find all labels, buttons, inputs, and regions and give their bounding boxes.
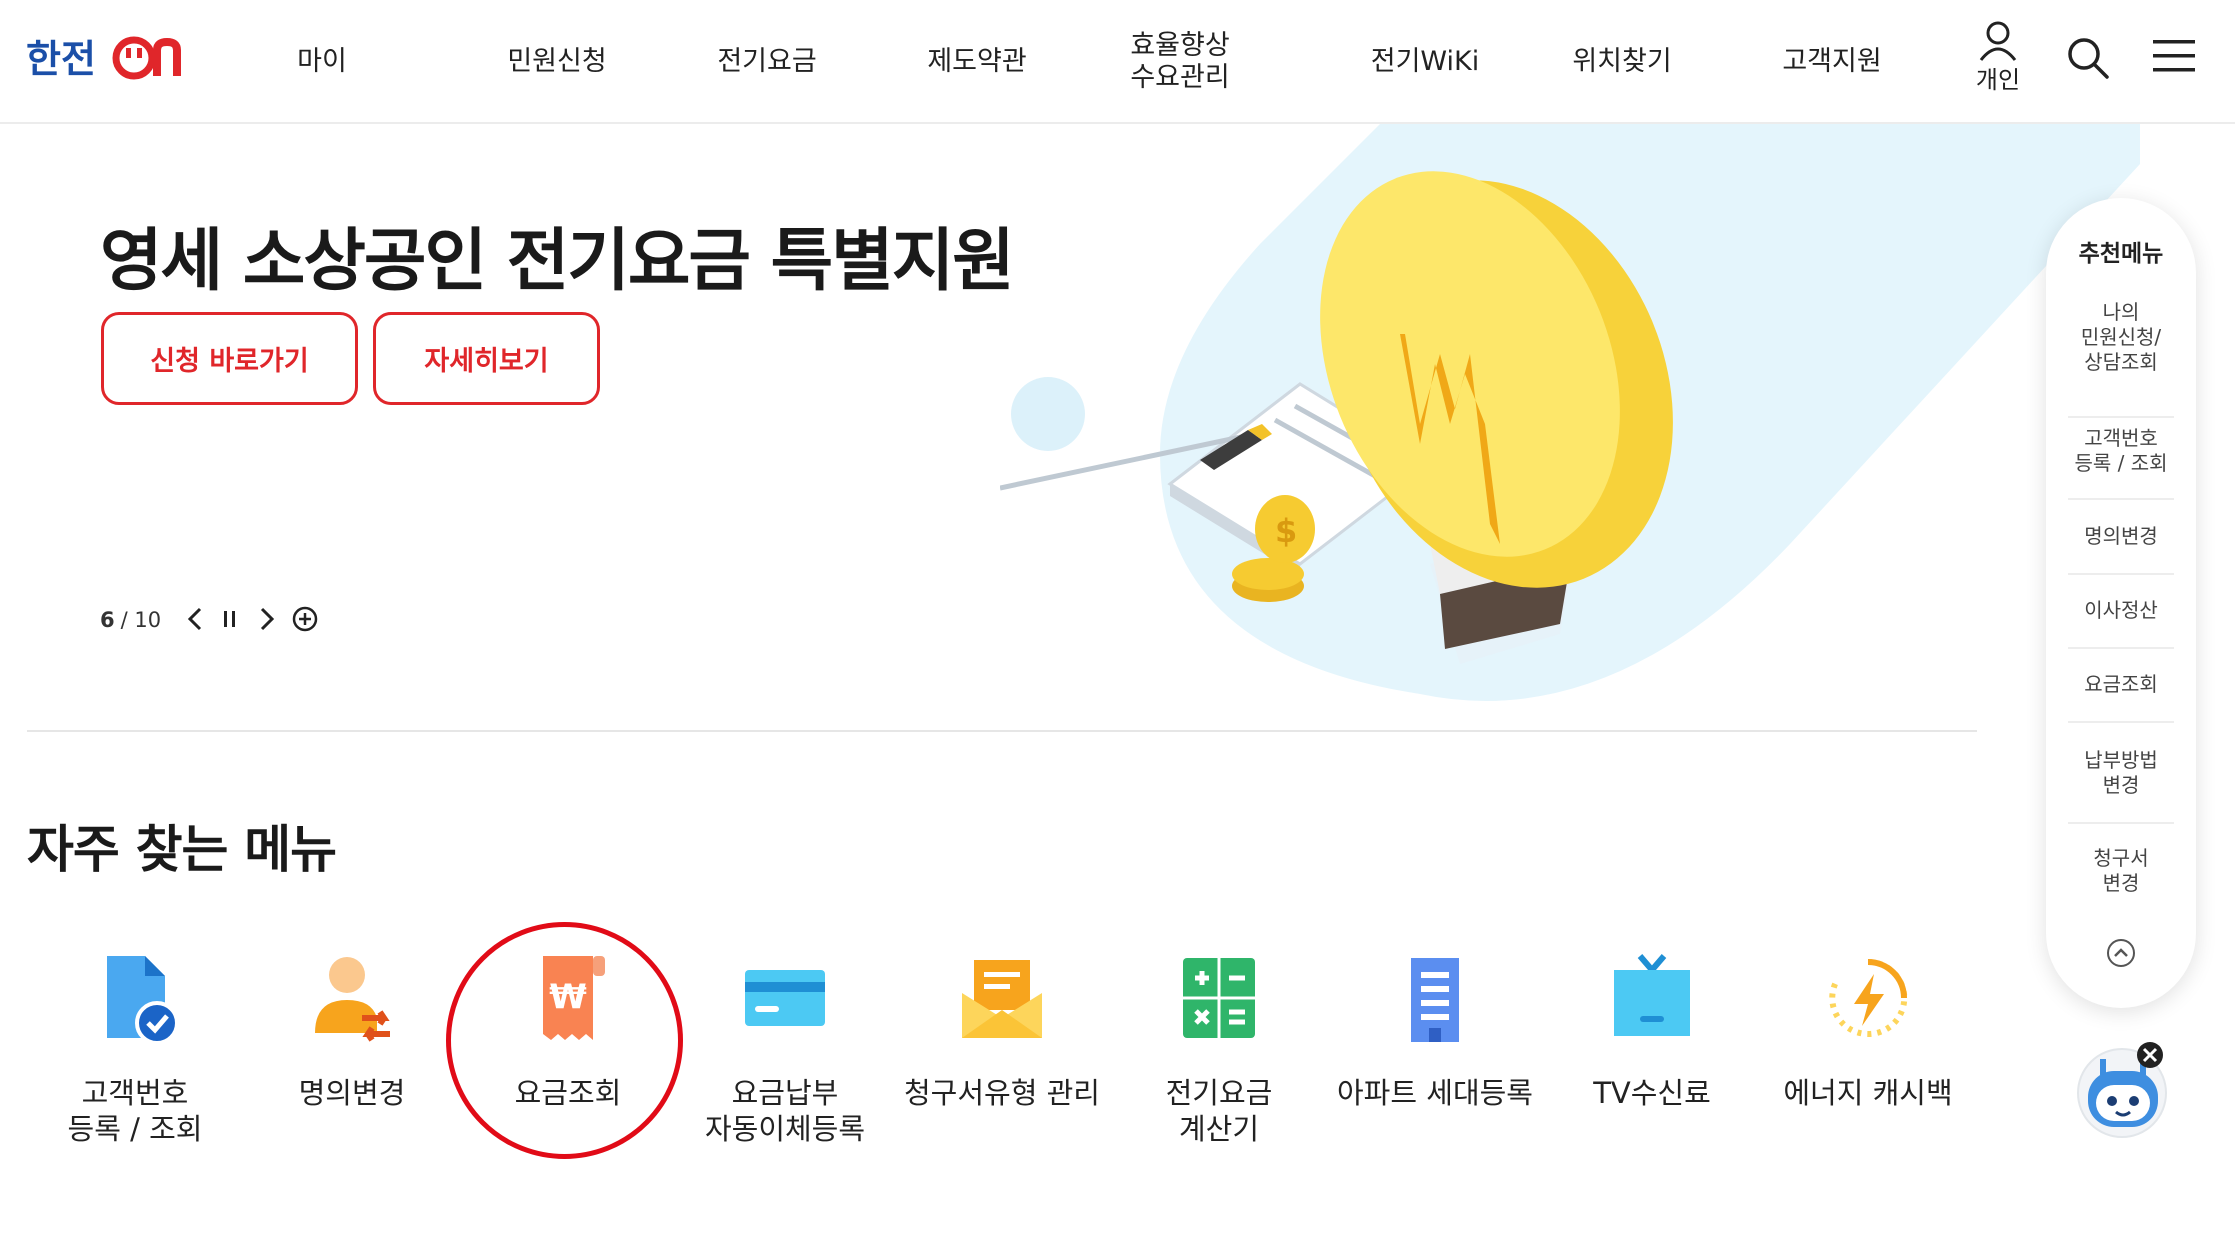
hero-lightbulb-illustration: $	[999, 124, 2140, 724]
menu-name-change[interactable]: 명의변경	[247, 940, 457, 1150]
energy-bolt-icon	[1818, 948, 1918, 1048]
user-icon[interactable]	[1978, 20, 2018, 62]
sidebar-divider	[2068, 573, 2174, 575]
menu-energy-cashback[interactable]: 에너지 캐시백	[1763, 940, 1973, 1150]
sidebar-divider	[2068, 498, 2174, 500]
menu-label: 요금조회	[514, 1076, 622, 1110]
nav-electric-fee[interactable]: 전기요금	[692, 0, 842, 124]
view-detail-button[interactable]: 자세히보기	[373, 312, 600, 405]
sidebar-item-customer-number[interactable]: 고객번호 등록 / 조회	[2068, 426, 2174, 476]
menu-hamburger-icon[interactable]	[2153, 38, 2195, 74]
menu-label: 아파트 세대등록	[1337, 1076, 1533, 1110]
menu-label: 요금납부 자동이체등록	[704, 1076, 866, 1146]
sidebar-divider	[2068, 416, 2174, 418]
svg-text:₩: ₩	[549, 977, 587, 1017]
menu-auto-payment[interactable]: 요금납부 자동이체등록	[680, 940, 890, 1150]
site-header: 한전 마이 민원신청 전기요금 제도약관 효율향상 수요관리 전기WiKi 위치…	[0, 0, 2235, 124]
user-type-label[interactable]: 개인	[1972, 60, 2024, 95]
scroll-top-icon[interactable]	[2106, 938, 2136, 968]
envelope-icon	[952, 948, 1052, 1048]
nav-civil-application[interactable]: 민원신청	[482, 0, 632, 124]
sidebar-title: 추천메뉴	[2078, 241, 2164, 267]
menu-label: 전기요금 계산기	[1165, 1076, 1273, 1146]
sidebar-item-name-change[interactable]: 명의변경	[2068, 524, 2174, 549]
nav-location[interactable]: 위치찾기	[1547, 0, 1697, 124]
prev-slide-icon[interactable]	[185, 606, 207, 632]
pause-slide-icon[interactable]	[222, 608, 238, 630]
page: 한전 마이 민원신청 전기요금 제도약관 효율향상 수요관리 전기WiKi 위치…	[0, 0, 2235, 1258]
svg-text:한전: 한전	[26, 37, 96, 81]
sidebar-item-payment-method[interactable]: 납부방법 변경	[2068, 748, 2174, 798]
credit-card-icon	[735, 948, 835, 1048]
hero-title: 영세 소상공인 전기요금 특별지원	[100, 222, 1015, 301]
recommended-menu-sidebar: 추천메뉴 나의 민원신청/ 상담조회 고객번호 등록 / 조회 명의변경 이사정…	[2046, 198, 2196, 1008]
nav-wiki[interactable]: 전기WiKi	[1345, 0, 1505, 124]
chatbot-robot-icon[interactable]	[2070, 1035, 2180, 1145]
nav-my[interactable]: 마이	[262, 0, 382, 124]
pager-total: / 10	[120, 608, 162, 632]
section-divider	[27, 730, 1977, 732]
svg-text:$: $	[1275, 512, 1297, 550]
menu-label: 고객번호 등록 / 조회	[67, 1076, 203, 1146]
menu-bill-type[interactable]: 청구서유형 관리	[897, 940, 1107, 1150]
sidebar-item-fee-inquiry[interactable]: 요금조회	[2068, 672, 2174, 697]
menu-apartment-register[interactable]: 아파트 세대등록	[1330, 940, 1540, 1150]
next-slide-icon[interactable]	[255, 606, 277, 632]
nav-efficiency[interactable]: 효율향상 수요관리	[1105, 0, 1255, 124]
menu-label: TV수신료	[1593, 1076, 1711, 1110]
sidebar-item-my-civil[interactable]: 나의 민원신청/ 상담조회	[2068, 300, 2174, 375]
pager-current: 6	[100, 608, 115, 632]
nav-customer-support[interactable]: 고객지원	[1757, 0, 1907, 124]
menu-label: 청구서유형 관리	[904, 1076, 1100, 1110]
menu-tv-fee[interactable]: TV수신료	[1547, 940, 1757, 1150]
apply-shortcut-button[interactable]: 신청 바로가기	[101, 312, 358, 405]
frequent-menu-title: 자주 찾는 메뉴	[27, 821, 337, 880]
sidebar-divider	[2068, 647, 2174, 649]
person-transfer-icon	[302, 948, 402, 1048]
banner-pager: 6 / 10	[100, 603, 161, 637]
menu-fee-inquiry[interactable]: ₩ 요금조회	[463, 940, 673, 1150]
apartment-building-icon	[1385, 948, 1485, 1048]
won-receipt-icon: ₩	[518, 948, 618, 1048]
search-icon[interactable]	[2066, 36, 2110, 80]
menu-label: 에너지 캐시백	[1783, 1076, 1953, 1110]
sidebar-divider	[2068, 721, 2174, 723]
kepco-on-logo[interactable]: 한전	[26, 28, 196, 88]
sidebar-divider	[2068, 822, 2174, 824]
nav-terms[interactable]: 제도약관	[902, 0, 1052, 124]
calculator-icon	[1169, 948, 1269, 1048]
menu-customer-number[interactable]: 고객번호 등록 / 조회	[30, 940, 240, 1150]
document-check-icon	[85, 948, 185, 1048]
menu-fee-calculator[interactable]: 전기요금 계산기	[1114, 940, 1324, 1150]
sidebar-item-moving-settlement[interactable]: 이사정산	[2068, 598, 2174, 623]
view-all-slides-icon[interactable]	[291, 605, 319, 633]
sidebar-item-bill-change[interactable]: 청구서 변경	[2068, 846, 2174, 896]
menu-label: 명의변경	[298, 1076, 406, 1110]
television-icon	[1602, 948, 1702, 1048]
